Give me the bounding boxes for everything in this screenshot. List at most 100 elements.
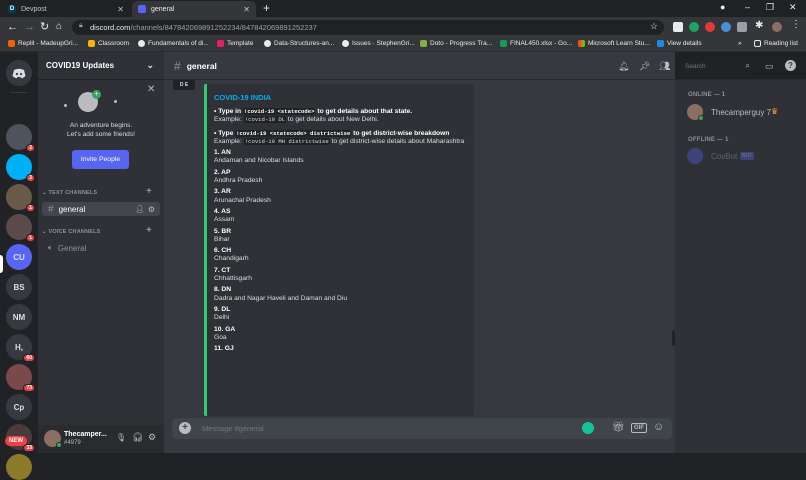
user-panel: Thecamper... #4979 🎙︎ 🎧︎ ⚙︎: [38, 425, 164, 453]
browser-tab-general[interactable]: general ✕: [132, 1, 256, 17]
server-header[interactable]: COVID19 Updates ⌄: [38, 52, 164, 80]
gift-icon[interactable]: 🎁︎: [612, 422, 625, 433]
state-name: Andaman and Nicobar Islands: [214, 157, 304, 165]
bookmark-item[interactable]: Replit - MadeupGri...: [8, 40, 78, 47]
close-window-button[interactable]: ✕: [789, 2, 797, 13]
server-icon[interactable]: NM: [6, 304, 32, 330]
extension-icon[interactable]: [737, 22, 747, 32]
text-channels-category[interactable]: ⌄ TEXT CHANNELS: [42, 190, 97, 196]
voice-channels-category[interactable]: ⌄ VOICE CHANNELS: [42, 229, 101, 235]
extension-icon[interactable]: [721, 22, 731, 32]
search-input[interactable]: Search ⌕: [681, 61, 754, 73]
bookmark-item[interactable]: Data-Structures-an...: [264, 40, 334, 47]
classroom-icon: [88, 40, 95, 47]
state-code: 9. DL: [214, 305, 231, 313]
bookmark-item[interactable]: FINAL450.xlsx - Go...: [500, 40, 572, 47]
state-name: Assam: [214, 216, 235, 224]
bookmark-item[interactable]: Doto - Progress Tra...: [420, 40, 492, 47]
server-icon[interactable]: H, 60: [6, 334, 35, 362]
avatar: [687, 104, 704, 121]
new-tab-button[interactable]: +: [263, 1, 270, 15]
notification-bell-icon[interactable]: 🔔︎: [618, 61, 629, 72]
browser-toolbar: ← → ↻ ⌂ 🔒︎ discord.com /channels/8478420…: [0, 17, 806, 38]
state-code: 1. AN: [214, 149, 231, 157]
server-icon[interactable]: CU: [6, 244, 32, 270]
chevron-down-icon[interactable]: ⌄: [146, 60, 154, 71]
server-avatar-icon[interactable]: 1: [6, 184, 35, 212]
add-attachment-button[interactable]: +: [179, 422, 191, 434]
server-icon[interactable]: BS: [6, 274, 32, 300]
server-avatar-icon[interactable]: 73: [6, 364, 35, 392]
kebab-menu-icon[interactable]: ⋮: [791, 19, 801, 30]
close-tab-icon[interactable]: ✕: [243, 5, 250, 14]
reading-list-button[interactable]: Reading list: [754, 40, 798, 47]
profile-avatar-icon[interactable]: [772, 22, 782, 32]
state-code: 5. BR: [214, 227, 232, 235]
gif-button[interactable]: GIF: [631, 423, 647, 433]
member-item[interactable]: CovBot BOT: [687, 148, 802, 166]
server-avatar-icon[interactable]: 2: [6, 124, 35, 152]
state-code: 3. AR: [214, 188, 231, 196]
microphone-muted-icon[interactable]: 🎙︎: [116, 433, 126, 442]
bookmark-item[interactable]: View details: [657, 40, 702, 47]
back-arrow-icon[interactable]: ←: [7, 21, 18, 33]
bookmark-item[interactable]: Issues · StephenGri...: [342, 40, 415, 47]
new-mentions-badge[interactable]: NEW: [5, 436, 27, 446]
browser-tab-devpost[interactable]: D Devpost ✕: [2, 1, 130, 17]
inbox-icon[interactable]: ▭: [765, 61, 774, 72]
address-bar[interactable]: 🔒︎ discord.com /channels/847842069891252…: [72, 20, 664, 35]
avatar[interactable]: [44, 430, 62, 448]
state-name: Chhattisgarh: [214, 274, 252, 282]
home-icon[interactable]: ⌂: [56, 21, 62, 33]
invite-people-button[interactable]: Invite People: [72, 150, 129, 169]
discord-home-button[interactable]: [6, 60, 32, 86]
bookmark-item[interactable]: Template: [217, 40, 253, 47]
help-icon[interactable]: ?: [785, 60, 796, 71]
settings-gear-icon[interactable]: ⚙︎: [148, 432, 156, 443]
state-name: Andhra Pradesh: [214, 177, 263, 184]
user-tag: #4979: [64, 440, 81, 446]
add-text-channel-button[interactable]: +: [146, 186, 152, 197]
emoji-icon[interactable]: ☺: [653, 421, 664, 433]
server-avatar-icon[interactable]: 3: [6, 154, 35, 182]
state-name: Goa: [214, 333, 227, 341]
pin-icon[interactable]: 📌︎: [639, 61, 650, 72]
replit-icon: [8, 40, 15, 47]
state-name: Dadra and Nagar Haveli and Daman and Diu: [214, 294, 348, 302]
bookmark-item[interactable]: Fundamentals of di...: [138, 40, 209, 47]
channel-general[interactable]: # general 👤︎ ⚙︎: [42, 202, 160, 216]
bot-avatar[interactable]: D E: [173, 80, 195, 90]
maximize-button[interactable]: ❐: [766, 2, 774, 13]
extension-icon[interactable]: [673, 22, 683, 32]
add-voice-channel-button[interactable]: +: [146, 225, 152, 236]
mention-badge: 1: [26, 204, 35, 212]
puzzle-extensions-icon[interactable]: ✱: [755, 20, 763, 31]
invite-member-icon[interactable]: 👤︎: [135, 205, 144, 213]
pdf-extension-icon[interactable]: [705, 22, 715, 32]
bookmark-item[interactable]: Microsoft Learn Stu...: [578, 40, 650, 47]
message-input[interactable]: Message #general: [202, 424, 264, 433]
grammarly-icon[interactable]: [582, 422, 594, 434]
online-header: ONLINE — 1: [688, 92, 726, 98]
bookmark-star-icon[interactable]: ☆: [650, 21, 658, 32]
close-tab-icon[interactable]: ✕: [117, 5, 124, 14]
member-list-icon[interactable]: 👥︎: [659, 61, 670, 72]
reload-icon[interactable]: ↻: [40, 21, 49, 33]
state-name: Arunachal Pradesh: [214, 196, 271, 204]
close-icon[interactable]: ✕: [147, 84, 155, 95]
minimize-button[interactable]: –: [745, 2, 750, 12]
grammarly-extension-icon[interactable]: [689, 22, 699, 32]
member-item[interactable]: Thecamperguy 7 ♛: [687, 104, 802, 122]
voice-channel-general[interactable]: 🔈︎ General: [42, 241, 160, 255]
more-bookmarks-button[interactable]: »: [738, 40, 742, 47]
server-avatar-icon[interactable]: [6, 454, 32, 480]
server-icon[interactable]: Cp: [6, 394, 32, 420]
forward-arrow-icon[interactable]: →: [24, 21, 35, 33]
state-entry: 10. GA Goa: [214, 326, 466, 342]
gear-icon[interactable]: ⚙︎: [148, 205, 155, 214]
headphones-icon[interactable]: 🎧︎: [132, 432, 143, 443]
server-avatar-icon[interactable]: 1: [6, 214, 35, 242]
tab-search-icon[interactable]: ●: [720, 2, 725, 12]
bookmark-item[interactable]: Classroom: [88, 40, 129, 47]
tab-title: Devpost: [21, 5, 47, 13]
